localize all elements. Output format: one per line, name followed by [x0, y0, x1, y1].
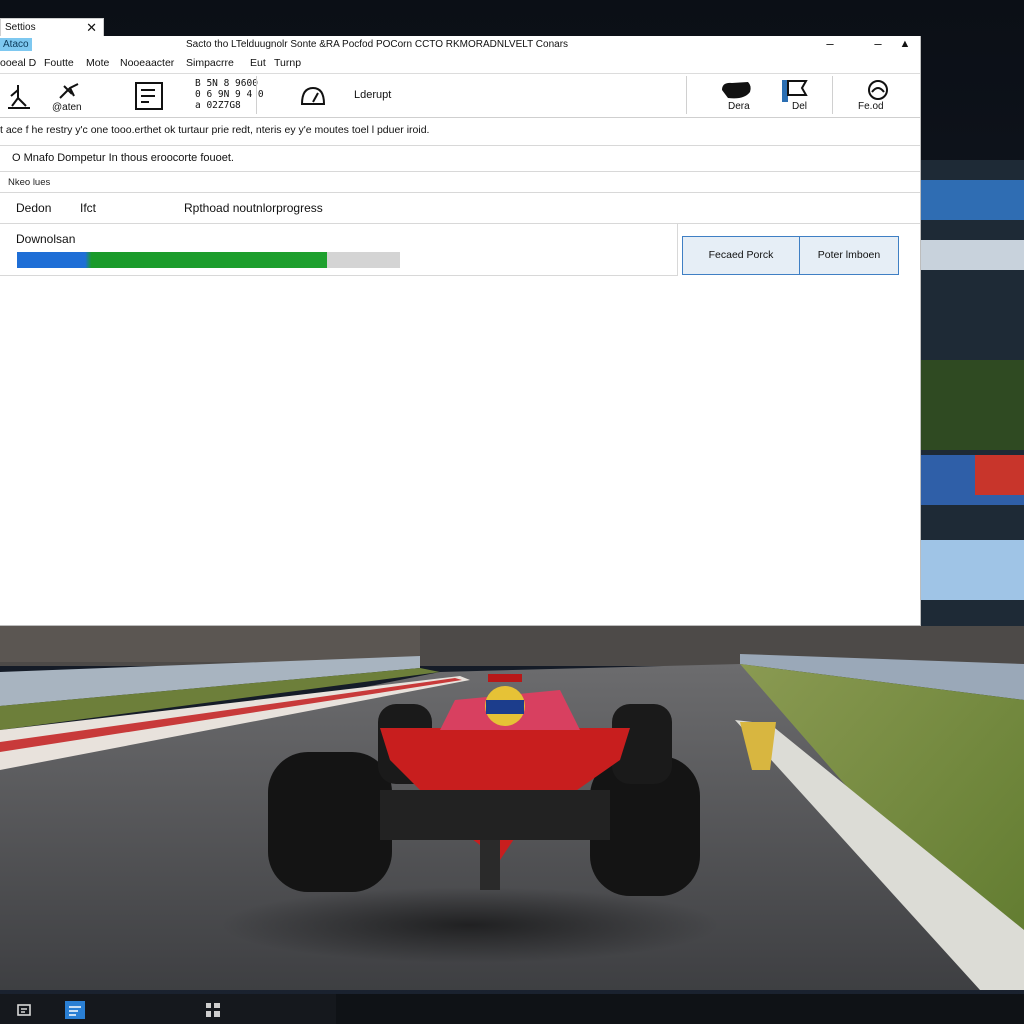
- title-bar: Ataco Sacto tho LTelduugnolr Sonte &RA P…: [0, 36, 920, 54]
- dashboard-label[interactable]: Lderupt: [354, 89, 391, 101]
- minimize-secondary-icon[interactable]: –: [868, 36, 888, 51]
- column-headers: Dedon Ifct Rpthoad noutnlorprogress: [0, 193, 920, 224]
- document-icon[interactable]: [133, 80, 165, 112]
- taskbar-tray: [336, 994, 1024, 1024]
- info-text: t ace f he restry y'c one tooo.erthet ok…: [0, 118, 920, 146]
- status-notice: O Mnafo Dompetur In thous eroocorte fouo…: [0, 146, 920, 172]
- taskbar: [0, 994, 1024, 1024]
- download-row: Downolsan Fecaed Porck Poter lmboen: [0, 224, 920, 276]
- section-label: Nkeo lues: [0, 172, 920, 193]
- toolbar: @aten B 5N 8 9600 0 6 9N 9 4 0 a 02Z7G8 …: [0, 74, 920, 118]
- info-text-content: t ace f he restry y'c one tooo.erthet ok…: [0, 124, 430, 136]
- download-label: Downolsan: [16, 232, 76, 246]
- camera-label: Dera: [728, 101, 750, 112]
- status-notice-text: O Mnafo Dompetur In thous eroocorte fouo…: [12, 152, 234, 164]
- window-tab[interactable]: Settios ✕: [0, 18, 104, 36]
- window-title: Sacto tho LTelduugnolr Sonte &RA Pocfod …: [186, 39, 569, 50]
- minimize-icon[interactable]: –: [820, 36, 840, 51]
- primary-action-button[interactable]: Fecaed Porck: [682, 236, 800, 275]
- code-line: B 5N 8 9600: [195, 78, 258, 89]
- column-header-list[interactable]: Ifct: [80, 201, 96, 215]
- menu-item-mode[interactable]: Mote: [86, 57, 109, 69]
- flag-label: Del: [792, 101, 808, 112]
- app-badge: Ataco: [0, 38, 32, 51]
- gear-icon[interactable]: [56, 80, 86, 102]
- menu-item-file[interactable]: ooeal D: [0, 57, 36, 69]
- toolbar-divider: [256, 76, 257, 114]
- gear-label: @aten: [52, 102, 82, 113]
- menu-item-format[interactable]: Foutte: [44, 57, 74, 69]
- section-label-text: Nkeo lues: [8, 177, 51, 188]
- taskbar-grid-icon[interactable]: [204, 1001, 222, 1019]
- up-arrow-icon[interactable]: ▲: [895, 38, 915, 50]
- code-line: a 02Z7G8: [195, 100, 241, 111]
- tab-label: Settios: [5, 22, 36, 33]
- record-label: Fe.od: [858, 101, 884, 112]
- toolbar-divider: [832, 76, 833, 114]
- menu-item-simplify[interactable]: Simpacrre: [186, 57, 234, 69]
- taskbar-app-icon[interactable]: [16, 1003, 32, 1017]
- toolbar-divider: [686, 76, 687, 114]
- figure-icon[interactable]: [6, 82, 32, 110]
- dashboard-icon[interactable]: [296, 82, 330, 110]
- download-progress-fill: [17, 252, 328, 268]
- menu-item-character[interactable]: Nooeaacter: [120, 57, 174, 69]
- download-cell: Downolsan: [0, 224, 678, 276]
- column-header-progress[interactable]: Rpthoad noutnlorprogress: [184, 201, 323, 215]
- menu-item-tune[interactable]: Turnp: [274, 57, 301, 69]
- menu-item-edit[interactable]: Eut: [250, 57, 266, 69]
- tab-close-icon[interactable]: ✕: [86, 20, 97, 36]
- secondary-action-button[interactable]: Poter lmboen: [799, 236, 899, 275]
- column-header-name[interactable]: Dedon: [16, 201, 51, 215]
- download-progress-bar: [17, 252, 400, 268]
- taskbar-window-icon[interactable]: [64, 1000, 86, 1020]
- app-window: Ataco Sacto tho LTelduugnolr Sonte &RA P…: [0, 36, 921, 626]
- code-readout: B 5N 8 9600 0 6 9N 9 4 0 a 02Z7G8: [195, 78, 264, 111]
- menu-bar: ooeal D Foutte Mote Nooeaacter Simpacrre…: [0, 54, 920, 74]
- code-line: 0 6 9N 9 4 0: [195, 89, 264, 100]
